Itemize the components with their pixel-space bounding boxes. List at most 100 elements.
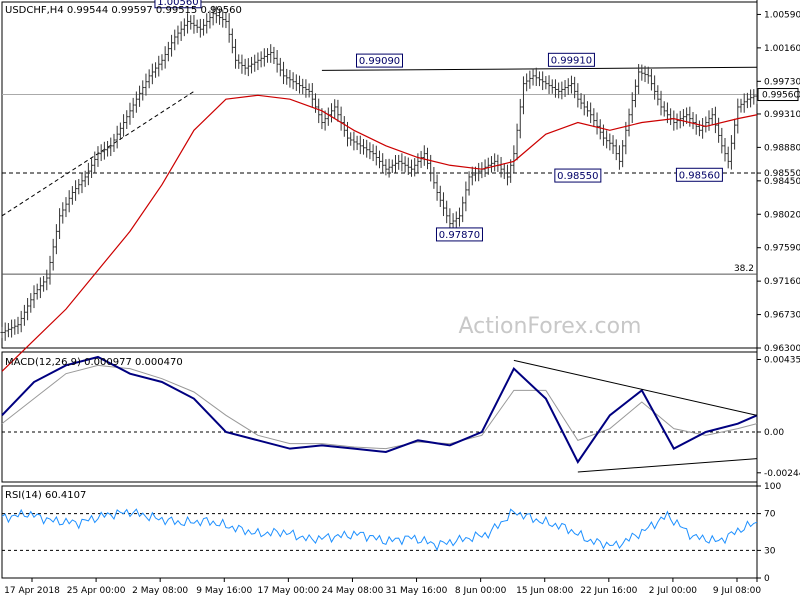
candle: [259, 51, 263, 68]
price-tick-label: 1.00590: [764, 10, 800, 20]
candle: [486, 157, 490, 175]
candle: [90, 158, 94, 178]
candle: [435, 174, 439, 201]
current-price-tag-text: 0.99560: [762, 91, 799, 101]
candle: [425, 147, 429, 170]
candle: [147, 69, 151, 89]
candle: [246, 58, 250, 77]
candle: [253, 54, 257, 72]
candle: [6, 323, 10, 338]
candle: [669, 108, 673, 126]
candle: [67, 190, 71, 213]
candle: [432, 167, 436, 189]
price-panel-header: USDCHF,H4 0.99544 0.99597 0.99515 0.9956…: [5, 5, 242, 16]
price-tick-label: 0.97590: [764, 244, 800, 254]
candle: [454, 211, 458, 228]
candle: [202, 18, 206, 36]
x-tick-label: 9 Jul 08:00: [713, 586, 762, 596]
macd-line: [1, 355, 758, 464]
candle: [528, 70, 532, 89]
candle: [429, 154, 433, 182]
candle: [58, 208, 62, 240]
candle: [608, 133, 612, 151]
x-tick-label: 9 May 16:00: [196, 586, 252, 596]
candle: [118, 122, 122, 140]
candle: [96, 146, 100, 167]
candle: [445, 200, 449, 224]
candle: [26, 298, 30, 321]
candle: [362, 138, 366, 155]
candle: [307, 83, 311, 98]
candle: [160, 54, 164, 71]
candle: [163, 46, 167, 69]
candle: [441, 192, 445, 217]
candle: [51, 238, 55, 271]
candle: [633, 79, 637, 108]
candle: [45, 269, 49, 291]
candle: [576, 83, 580, 108]
candle: [521, 76, 525, 115]
candle: [54, 224, 58, 255]
candle: [729, 135, 733, 170]
x-tick-label: 17 May 00:00: [258, 586, 320, 596]
candle: [457, 207, 461, 227]
candle: [99, 144, 103, 162]
candle: [547, 75, 551, 94]
candle: [589, 102, 593, 124]
candle: [733, 118, 737, 150]
candle: [688, 106, 692, 127]
candle: [326, 107, 330, 126]
candle: [701, 118, 705, 139]
candle: [646, 66, 650, 84]
price-tick-label: 0.98880: [764, 143, 800, 153]
x-tick-label: 2 Jul 00:00: [649, 586, 698, 596]
price-label-text: 0.97870: [439, 230, 480, 241]
candle: [80, 172, 84, 194]
candle: [505, 164, 509, 186]
candle: [368, 142, 372, 160]
candle: [605, 130, 609, 149]
rsi-tick-label: 70: [764, 510, 776, 520]
candle: [358, 135, 362, 155]
candle: [230, 28, 234, 54]
candle: [614, 139, 618, 161]
candle: [393, 154, 397, 174]
candle: [138, 85, 142, 107]
candle: [205, 13, 209, 34]
candle: [179, 21, 183, 41]
candle: [106, 140, 110, 157]
candle: [467, 171, 471, 196]
candle: [496, 154, 500, 172]
candle: [739, 98, 743, 113]
candle: [0, 326, 4, 339]
price-tick-label: 0.98450: [764, 177, 800, 187]
candle: [745, 92, 749, 109]
candle: [675, 113, 679, 130]
candle: [381, 153, 385, 174]
candle: [77, 179, 81, 195]
candle: [749, 89, 753, 108]
candle: [288, 69, 292, 88]
candle: [662, 101, 666, 117]
price-tick-label: 0.97160: [764, 277, 800, 287]
candle: [627, 108, 631, 137]
candle: [544, 76, 548, 90]
candle: [301, 78, 305, 95]
candle: [278, 57, 282, 77]
candle: [333, 99, 337, 119]
candle: [611, 135, 615, 154]
candle: [569, 75, 573, 94]
chart-canvas: 1.00590 1.00160 0.99730 0.99560 0.99310 0.988…: [0, 0, 800, 596]
candle: [70, 186, 74, 205]
candle: [704, 116, 708, 133]
price-tick-label: 0.99730: [764, 77, 800, 87]
candle: [16, 316, 20, 335]
candle: [480, 162, 484, 179]
candle: [262, 48, 266, 67]
candle: [275, 49, 279, 73]
candle: [598, 119, 602, 140]
macd-tick-label: 0.00: [764, 428, 784, 438]
candle: [403, 156, 407, 173]
candle: [272, 46, 276, 65]
candle: [585, 101, 589, 117]
